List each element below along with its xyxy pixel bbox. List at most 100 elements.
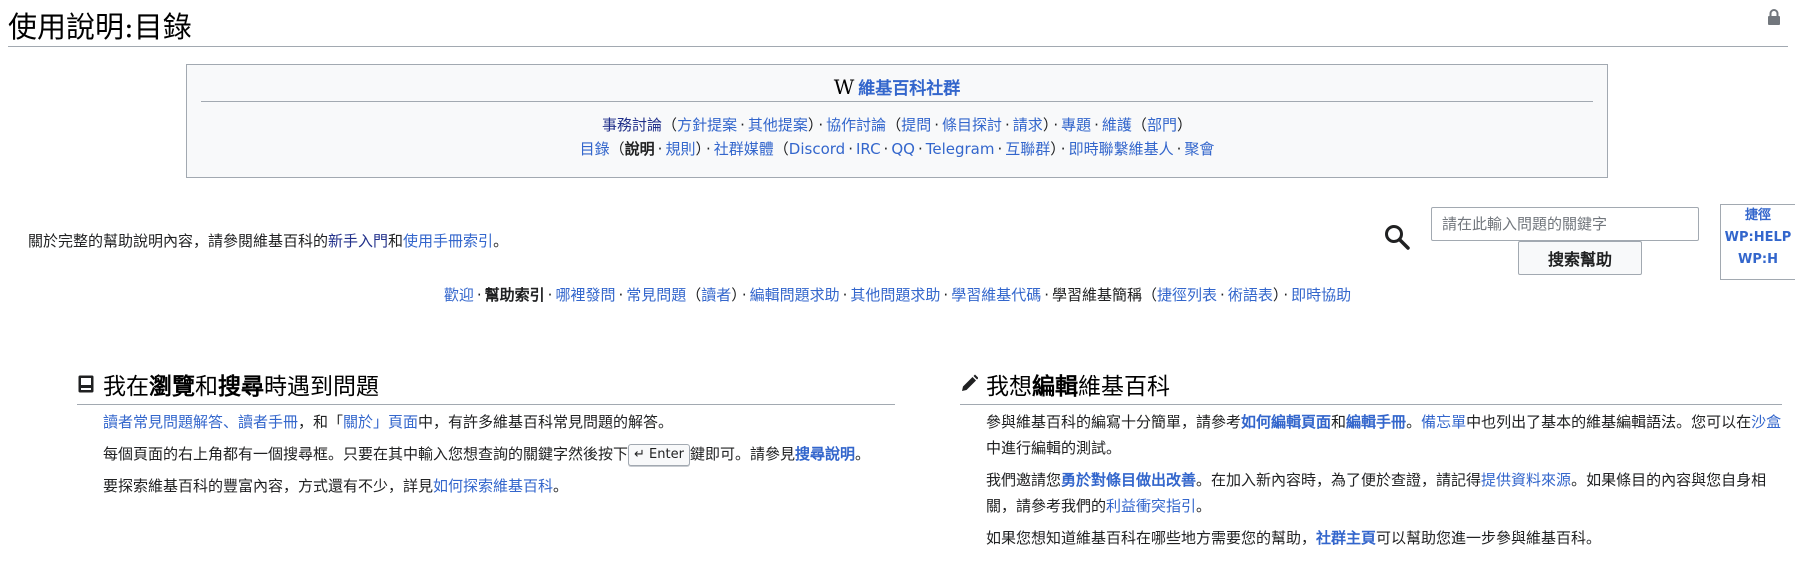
inline-link[interactable]: 請求 <box>1013 116 1043 134</box>
inline-link[interactable]: 社群媒體 <box>714 140 774 158</box>
inline-link[interactable]: 條目探討 <box>942 116 1002 134</box>
bold-text: 說明 <box>624 140 655 158</box>
help-search-input[interactable] <box>1431 207 1699 241</box>
parenthesis: （ <box>609 140 625 158</box>
inline-link[interactable]: 關於」頁面 <box>343 413 418 431</box>
paragraph: 如果您想知道維基百科在哪些地方需要您的幫助，社群主頁可以幫助您進一步參與維基百科… <box>986 525 1782 551</box>
help-nav-bar: 歡迎 · 幫助索引 · 哪裡發問 · 常見問題（讀者） · 編輯問題求助 · 其他問題求助 · 學習維基… <box>0 284 1795 306</box>
inline-text: 中進行編輯的測試。 <box>986 439 1122 457</box>
intro-link-manual-index[interactable]: 使用手冊索引 <box>403 232 493 250</box>
inline-link[interactable]: 聚會 <box>1184 140 1214 158</box>
search-icon <box>1385 225 1410 250</box>
parenthesis: （ <box>1131 116 1147 134</box>
inline-link[interactable]: Telegram <box>926 140 995 158</box>
inline-text: 和 <box>1331 413 1347 431</box>
inline-link[interactable]: 捷徑列表 <box>1157 286 1217 304</box>
shortcut-label-link[interactable]: 捷徑 <box>1745 208 1771 223</box>
intro-prefix: 關於完整的幫助說明內容，請參閱維基百科的 <box>28 232 329 250</box>
inline-link[interactable]: 提供資料來源 <box>1481 471 1571 489</box>
separator-dot: · <box>1060 140 1066 158</box>
separator-dot: · <box>618 286 624 304</box>
inline-link[interactable]: 利益衝突指引 <box>1106 497 1196 515</box>
inline-link[interactable]: 勇於對條目做出改善 <box>1061 471 1196 489</box>
community-header: W 維基百科社群 <box>201 73 1593 102</box>
separator-dot: · <box>1094 116 1099 134</box>
separator-dot: · <box>1053 116 1059 134</box>
inline-link[interactable]: 其他提案 <box>748 116 808 134</box>
inline-link[interactable]: 術語表 <box>1228 286 1273 304</box>
inline-link[interactable]: 搜尋說明 <box>795 445 855 463</box>
separator-dot: · <box>741 286 747 304</box>
separator-dot: · <box>1176 140 1182 158</box>
separator-dot: · <box>1220 286 1225 304</box>
inline-link[interactable]: 哪裡發問 <box>555 286 615 304</box>
bold-text: 搜尋 <box>218 373 264 400</box>
bold-text: 瀏覽 <box>149 373 195 400</box>
section-body-editing: 參與維基百科的編寫十分簡單，請參考如何編輯頁面和編輯手冊。備忘單中也列出了基本的… <box>960 405 1782 551</box>
inline-text: 可以幫助您進一步參與維基百科。 <box>1376 529 1602 547</box>
inline-link[interactable]: 部門 <box>1147 116 1177 134</box>
inline-link[interactable]: 讀者 <box>701 286 731 304</box>
inline-link[interactable]: 常見問題 <box>626 286 686 304</box>
inline-link[interactable]: 提問 <box>901 116 931 134</box>
inline-text: 學習維基簡稱 <box>1051 286 1142 304</box>
separator-dot: · <box>818 116 824 134</box>
shortcut-wp-help[interactable]: WP:HELP <box>1725 230 1792 245</box>
separator-dot: · <box>934 116 939 134</box>
shortcut-wp-h[interactable]: WP:H <box>1738 252 1778 267</box>
parenthesis: ） <box>695 140 703 158</box>
inline-link[interactable]: 編輯問題求助 <box>750 286 840 304</box>
inline-link[interactable]: 如何探索維基百科 <box>433 477 553 495</box>
page-title-text: 使用說明:目錄 <box>8 10 192 44</box>
inline-link[interactable]: 如何編輯頁面 <box>1241 413 1331 431</box>
inline-link[interactable]: QQ <box>891 140 915 158</box>
parenthesis: （ <box>662 116 678 134</box>
inline-link[interactable]: 其他問題求助 <box>850 286 940 304</box>
inline-link[interactable]: 社群主頁 <box>1316 529 1376 547</box>
separator-dot: · <box>943 286 949 304</box>
inline-link[interactable]: Discord <box>789 140 845 158</box>
inline-link[interactable]: 協作討論 <box>826 116 886 134</box>
separator-dot: · <box>705 140 711 158</box>
parenthesis: （ <box>1142 286 1158 304</box>
inline-link[interactable]: 學習維基代碼 <box>951 286 1041 304</box>
inline-text: 。 <box>1196 497 1212 515</box>
inline-link[interactable]: 專題 <box>1061 116 1091 134</box>
parenthesis: （ <box>886 116 902 134</box>
bold-text: 幫助索引 <box>484 286 545 304</box>
separator-dot: · <box>848 140 853 158</box>
separator-dot: · <box>1044 286 1049 304</box>
inline-link[interactable]: IRC <box>856 140 881 158</box>
section-body-browsing: 讀者常見問題解答、讀者手冊，和「關於」頁面中，有許多維基百科常見問題的解答。 每… <box>77 405 895 499</box>
search-help-button[interactable]: 搜索幫助 <box>1518 241 1642 275</box>
inline-link[interactable]: 維護 <box>1102 116 1132 134</box>
inline-link[interactable]: 即時聯繫維基人 <box>1069 140 1174 158</box>
inline-link[interactable]: 歡迎 <box>444 286 474 304</box>
inline-link[interactable]: 互聯群 <box>1005 140 1050 158</box>
paragraph: 要探索維基百科的豐富內容，方式還有不少，詳見如何探索維基百科。 <box>103 473 895 499</box>
shortcut-box: 捷徑 WP:HELP WP:H <box>1720 204 1795 280</box>
inline-link[interactable]: 方針提案 <box>677 116 737 134</box>
inline-link[interactable]: 編輯手冊 <box>1346 413 1406 431</box>
parenthesis: ） <box>1272 286 1281 304</box>
parenthesis: （ <box>773 140 789 158</box>
inline-text: 我們邀請您 <box>986 471 1062 489</box>
inline-link[interactable]: 目錄 <box>580 140 610 158</box>
inline-link[interactable]: 即時協助 <box>1291 286 1351 304</box>
enter-key-label: ↵ Enter <box>628 443 690 466</box>
separator-dot: · <box>476 286 482 304</box>
separator-dot: · <box>1005 116 1010 134</box>
intro-mid: 和 <box>388 232 404 250</box>
inline-link[interactable]: 備忘單 <box>1421 413 1466 431</box>
inline-link[interactable]: 事務討論 <box>602 116 662 134</box>
inline-link[interactable]: 規則 <box>665 140 695 158</box>
inline-link[interactable]: 沙盒 <box>1751 413 1781 431</box>
parenthesis: ） <box>1042 116 1051 134</box>
community-header-link[interactable]: 維基百科社群 <box>858 79 960 99</box>
intro-link-newcomers[interactable]: 新手入門 <box>328 232 388 250</box>
parenthesis: ） <box>1176 116 1192 134</box>
inline-link[interactable]: 讀者常見問題解答、讀者手冊 <box>103 413 298 431</box>
lock-icon[interactable] <box>1766 8 1782 26</box>
inline-text: 。在加入新內容時，為了便於查證，請記得 <box>1196 471 1482 489</box>
separator-dot: · <box>842 286 848 304</box>
